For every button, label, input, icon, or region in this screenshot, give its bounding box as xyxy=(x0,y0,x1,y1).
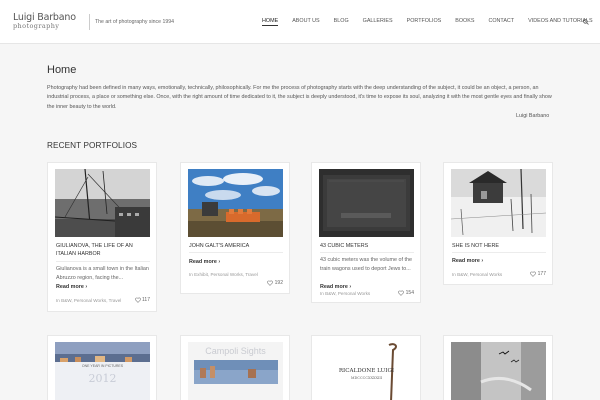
nav-galleries[interactable]: GALLERIES xyxy=(363,18,393,26)
like-count[interactable]: 192 xyxy=(267,280,283,286)
card-divider xyxy=(56,261,150,262)
site-header: Luigi Barbano photography The art of pho… xyxy=(0,0,600,44)
site-tagline: The art of photography since 1994 xyxy=(95,19,175,25)
read-more-link[interactable]: Read more › xyxy=(320,284,351,290)
read-more-link[interactable]: Read more › xyxy=(452,258,483,264)
portfolio-card-43-cubic-meters[interactable]: 43 CUBIC METERS 43 cubic meters was the … xyxy=(311,162,421,303)
portfolio-categories: In B&W, Personal Works xyxy=(452,272,503,277)
thumbnail-title: RICALDONE LUIGI xyxy=(338,368,395,374)
read-more-link[interactable]: Read more › xyxy=(189,259,220,265)
portfolio-thumbnail[interactable]: 2012 ONE YEAR IN PICTURES xyxy=(55,342,150,400)
nav-books[interactable]: BOOKS xyxy=(455,18,474,26)
like-count-value: 192 xyxy=(274,280,283,286)
portfolio-thumbnail[interactable]: RICALDONE LUIGI MDCCCCXXXXIII xyxy=(319,342,414,400)
like-count[interactable]: 177 xyxy=(530,271,546,277)
card-divider xyxy=(452,252,546,253)
card-divider xyxy=(320,252,414,253)
thumbnail-subtitle: ONE YEAR IN PICTURES xyxy=(81,364,124,368)
portfolio-thumbnail[interactable]: Campoli Sights xyxy=(188,342,283,400)
portfolio-excerpt: Giulianova is a small town in the Italia… xyxy=(56,266,149,281)
thumbnail-title: Campoli Sights xyxy=(205,346,266,356)
portfolio-thumbnail[interactable] xyxy=(188,169,283,237)
nav-contact[interactable]: CONTACT xyxy=(488,18,514,26)
like-count-value: 117 xyxy=(142,297,150,303)
main-nav: HOME ABOUT US BLOG GALLERIES PORTFOLIOS … xyxy=(262,18,593,26)
page-title: Home xyxy=(47,64,77,76)
signature: Luigi Barbano xyxy=(516,113,550,119)
thumbnail-title: 2012 xyxy=(88,372,117,385)
portfolio-card-she-is-not-here[interactable]: SHE IS NOT HERE Read more › In B&W, Pers… xyxy=(443,162,553,285)
portfolio-thumbnail[interactable] xyxy=(55,169,150,237)
section-title: RECENT PORTFOLIOS xyxy=(47,141,138,150)
like-count[interactable]: 154 xyxy=(398,290,414,296)
portfolio-card-campoli-sights[interactable]: Campoli Sights xyxy=(180,335,290,400)
portfolio-thumbnail[interactable] xyxy=(451,342,546,400)
heart-icon xyxy=(398,290,404,296)
nav-about-us[interactable]: ABOUT US xyxy=(292,18,319,26)
card-divider xyxy=(189,252,283,253)
portfolio-title[interactable]: SHE IS NOT HERE xyxy=(452,242,546,250)
site-logo[interactable]: Luigi Barbano photography xyxy=(13,13,83,30)
portfolio-categories: In Exhibit, Personal Works, Travel xyxy=(189,272,258,277)
nav-portfolios[interactable]: PORTFOLIOS xyxy=(407,18,442,26)
intro-text: Photography had been defined in many way… xyxy=(47,85,552,110)
portfolio-title[interactable]: 43 CUBIC METERS xyxy=(320,242,414,250)
portfolio-card-birds[interactable] xyxy=(443,335,553,400)
logo-subtitle: photography xyxy=(13,22,60,30)
portfolio-card-giulianova[interactable]: GIULIANOVA, THE LIFE OF AN ITALIAN HARBO… xyxy=(47,162,157,312)
portfolio-card-ricaldone-luigi[interactable]: RICALDONE LUIGI MDCCCCXXXXIII xyxy=(311,335,421,400)
search-icon[interactable] xyxy=(583,19,589,25)
read-more-link[interactable]: Read more › xyxy=(56,284,87,290)
nav-blog[interactable]: BLOG xyxy=(334,18,349,26)
like-count[interactable]: 117 xyxy=(134,297,150,303)
portfolio-card-2012[interactable]: 2012 ONE YEAR IN PICTURES xyxy=(47,335,157,400)
like-count-value: 177 xyxy=(537,271,546,277)
portfolio-categories: In B&W, Personal Works, Travel xyxy=(56,298,122,303)
portfolio-categories: In B&W, Personal Works xyxy=(320,291,371,296)
like-count-value: 154 xyxy=(405,290,414,296)
thumbnail-subtitle: MDCCCCXXXXIII xyxy=(350,376,383,380)
nav-home[interactable]: HOME xyxy=(262,18,279,26)
heart-icon xyxy=(530,271,536,277)
portfolio-title[interactable]: JOHN GALT'S AMERICA xyxy=(189,242,283,250)
portfolio-card-john-galts-america[interactable]: JOHN GALT'S AMERICA Read more › In Exhib… xyxy=(180,162,290,294)
portfolio-title[interactable]: GIULIANOVA, THE LIFE OF AN ITALIAN HARBO… xyxy=(56,242,150,258)
portfolio-thumbnail[interactable] xyxy=(451,169,546,237)
heart-icon xyxy=(134,297,141,303)
portfolio-excerpt: 43 cubic meters was the volume of the tr… xyxy=(320,257,412,272)
heart-icon xyxy=(267,280,273,286)
logo-divider xyxy=(89,14,90,30)
portfolio-thumbnail[interactable] xyxy=(319,169,414,237)
